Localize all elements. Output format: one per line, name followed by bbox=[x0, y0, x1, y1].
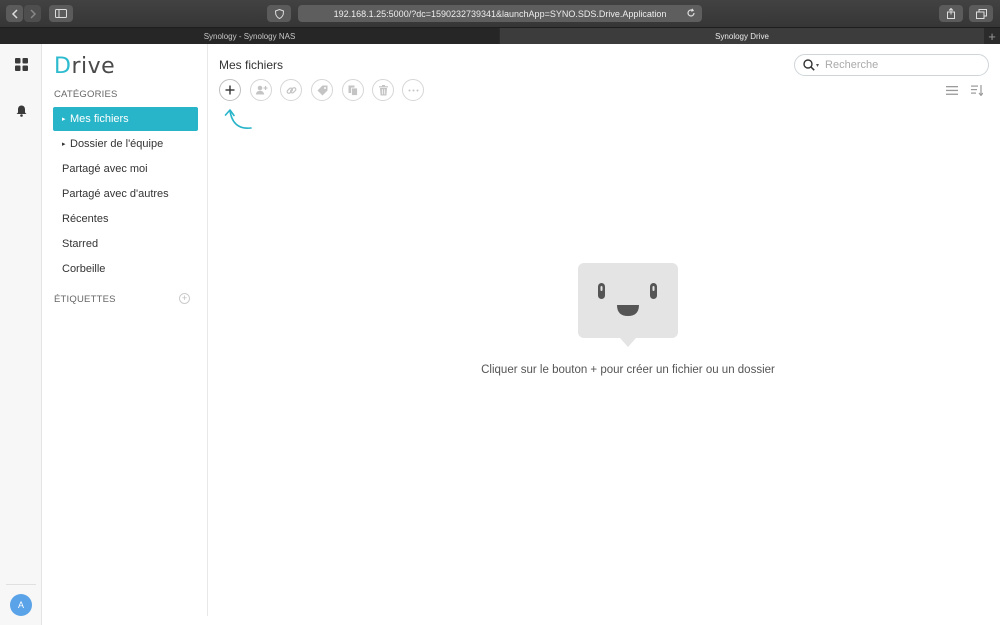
new-tab-button[interactable]: + bbox=[984, 28, 1000, 44]
back-button[interactable] bbox=[6, 5, 23, 22]
share-user-icon bbox=[255, 85, 267, 95]
shield-icon bbox=[274, 8, 284, 19]
sidebar-item-label: Partagé avec moi bbox=[62, 163, 148, 175]
share-button[interactable] bbox=[939, 5, 963, 22]
main-menu-button[interactable] bbox=[13, 56, 29, 72]
sidebar-item-dossier-equipe[interactable]: ▸ Dossier de l'équipe bbox=[53, 132, 198, 156]
tabs-overview-button[interactable] bbox=[969, 5, 993, 22]
search-placeholder: Recherche bbox=[825, 59, 879, 71]
categories-heading: CATÉGORIES bbox=[54, 89, 118, 100]
page-title: Mes fichiers bbox=[219, 58, 284, 72]
tab-synology-drive[interactable]: Synology Drive bbox=[500, 28, 984, 44]
sort-icon bbox=[971, 84, 983, 96]
share-link-button[interactable] bbox=[280, 79, 302, 101]
sidebar-item-label: Partagé avec d'autres bbox=[62, 188, 169, 200]
rail-divider bbox=[6, 584, 36, 585]
sidebar-item-label: Corbeille bbox=[62, 263, 106, 275]
chevron-left-icon bbox=[11, 8, 18, 19]
sidebar-item-partage-avec-moi[interactable]: Partagé avec moi bbox=[53, 157, 198, 181]
sidebar-item-recentes[interactable]: Récentes bbox=[53, 207, 198, 231]
avatar-letter: A bbox=[17, 600, 24, 610]
caret-right-icon[interactable]: ▸ bbox=[62, 140, 70, 148]
share-user-button[interactable] bbox=[250, 79, 272, 101]
dsm-rail: A bbox=[0, 44, 42, 625]
sort-button[interactable] bbox=[970, 84, 984, 96]
add-icon bbox=[225, 85, 235, 95]
hint-arrow-icon bbox=[224, 109, 252, 129]
sidebar-item-partage-avec-autres[interactable]: Partagé avec d'autres bbox=[53, 182, 198, 206]
sidebar-item-label: Dossier de l'équipe bbox=[70, 138, 164, 150]
tab-label: Synology - Synology NAS bbox=[203, 31, 296, 41]
url-text: 192.168.1.25:5000/?dc=1590232739341&laun… bbox=[333, 8, 667, 19]
trash-icon bbox=[378, 84, 388, 95]
create-button[interactable] bbox=[219, 79, 241, 101]
sidebar-item-label: Récentes bbox=[62, 213, 109, 225]
tabs-icon bbox=[975, 8, 987, 19]
search-input[interactable]: ▾ Recherche bbox=[794, 54, 989, 76]
copy-icon bbox=[348, 85, 358, 96]
main-panel: Mes fichiers ▾ Recherche Cliquer sur le … bbox=[208, 44, 1000, 625]
notifications-button[interactable] bbox=[13, 103, 29, 119]
reload-icon[interactable] bbox=[686, 8, 696, 18]
empty-state-icon bbox=[578, 263, 678, 347]
more-icon bbox=[408, 89, 418, 91]
list-view-icon bbox=[946, 85, 958, 95]
bell-icon bbox=[16, 105, 26, 117]
sidebar-item-starred[interactable]: Starred bbox=[53, 232, 198, 256]
tab-synology-nas[interactable]: Synology - Synology NAS bbox=[0, 28, 499, 44]
link-icon bbox=[286, 86, 296, 94]
drive-logo: Drive bbox=[54, 54, 116, 79]
sidebar-toggle-button[interactable] bbox=[49, 5, 73, 22]
avatar[interactable]: A bbox=[10, 594, 32, 616]
tab-bar: Synology - Synology NAS Synology Drive + bbox=[0, 27, 1000, 44]
delete-button[interactable] bbox=[372, 79, 394, 101]
tab-label: Synology Drive bbox=[715, 31, 769, 41]
copy-button[interactable] bbox=[342, 79, 364, 101]
list-view-button[interactable] bbox=[945, 84, 959, 96]
address-bar[interactable]: 192.168.1.25:5000/?dc=1590232739341&laun… bbox=[298, 5, 702, 22]
caret-right-icon[interactable]: ▸ bbox=[62, 115, 70, 123]
sidebar-item-label: Mes fichiers bbox=[70, 113, 129, 125]
browser-toolbar: 192.168.1.25:5000/?dc=1590232739341&laun… bbox=[0, 0, 1000, 27]
sidebar-item-corbeille[interactable]: Corbeille bbox=[53, 257, 198, 281]
empty-state-message: Cliquer sur le bouton + pour créer un fi… bbox=[481, 364, 775, 376]
more-actions-button[interactable] bbox=[402, 79, 424, 101]
tag-icon bbox=[317, 85, 327, 95]
drive-sidebar: Drive CATÉGORIES ▸ Mes fichiers ▸ Dossie… bbox=[42, 44, 208, 616]
forward-button[interactable] bbox=[24, 5, 41, 22]
add-tag-button[interactable]: + bbox=[179, 293, 190, 304]
share-icon bbox=[947, 8, 955, 19]
sidebar-icon bbox=[55, 9, 67, 18]
privacy-report-button[interactable] bbox=[267, 5, 291, 22]
tags-heading: ÉTIQUETTES bbox=[54, 294, 116, 305]
chevron-right-icon bbox=[29, 8, 36, 19]
search-icon bbox=[803, 59, 815, 71]
tag-button[interactable] bbox=[311, 79, 333, 101]
sidebar-item-mes-fichiers[interactable]: ▸ Mes fichiers bbox=[53, 107, 198, 131]
sidebar-item-label: Starred bbox=[62, 238, 99, 250]
chevron-down-icon[interactable]: ▾ bbox=[816, 62, 819, 69]
grid-icon bbox=[14, 57, 28, 71]
